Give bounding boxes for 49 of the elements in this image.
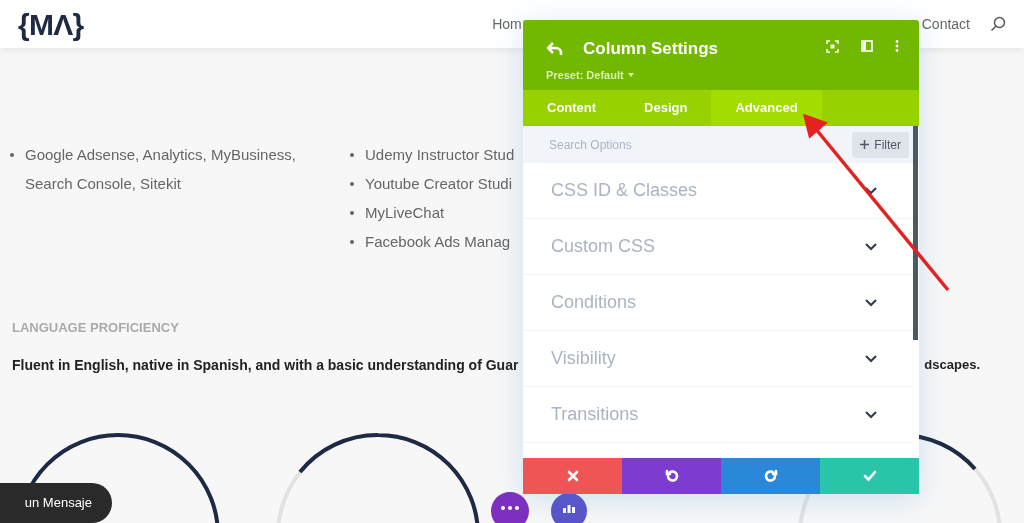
section-heading: LANGUAGE PROFICIENCY: [12, 319, 180, 337]
panel-title: Column Settings: [583, 38, 719, 60]
chart-icon: [562, 503, 576, 513]
bullet-icon: [350, 211, 354, 215]
plus-icon: [860, 140, 870, 149]
language-text: dscapes.: [924, 355, 980, 374]
back-icon[interactable]: [547, 41, 563, 56]
nav-link[interactable]: Contact: [921, 13, 970, 35]
settings-section[interactable]: Transitions: [523, 387, 913, 443]
search-field[interactable]: Search Options: [523, 126, 853, 163]
skill-item: Google Adsense, Analytics, MyBusiness, Search Console, Sitekit: [25, 145, 297, 194]
more-icon: [501, 506, 519, 510]
redo-button[interactable]: [721, 458, 820, 494]
chevron-down-icon: [865, 354, 877, 363]
filter-button[interactable]: Filter: [852, 131, 909, 158]
language-text: Fluent in English, native in Spanish, and with a basic understanding of Guar: [12, 355, 519, 375]
search-icon[interactable]: [990, 16, 1006, 32]
bullet-icon: [350, 182, 354, 186]
more-options-button[interactable]: [491, 492, 529, 523]
settings-section[interactable]: Visibility: [523, 331, 913, 387]
bullet-icon: [10, 153, 14, 157]
chat-button[interactable]: un Mensaje: [0, 483, 112, 523]
builder-button[interactable]: [551, 493, 587, 523]
undo-icon: [664, 469, 679, 483]
check-icon: [862, 470, 877, 482]
skill-item: MyLiveChat: [365, 203, 445, 223]
skill-item: Udemy Instructor Stud: [365, 145, 515, 165]
bullet-icon: [350, 153, 354, 157]
skill-item: Youtube Creator Studi: [365, 174, 513, 194]
panel-tab[interactable]: Advanced: [711, 90, 822, 126]
redo-icon: [763, 469, 778, 483]
undo-button[interactable]: [622, 458, 721, 494]
chevron-down-icon: [865, 186, 877, 195]
chevron-down-icon: [865, 410, 877, 419]
panel-tab[interactable]: Content: [523, 90, 621, 126]
kebab-menu-icon[interactable]: [895, 40, 899, 52]
chevron-down-icon: [865, 298, 877, 307]
panel-tab[interactable]: Design: [620, 90, 712, 126]
sidebar-layout-icon[interactable]: [861, 40, 873, 52]
nav-link[interactable]: Hom: [492, 13, 522, 35]
expand-icon[interactable]: [826, 40, 839, 53]
chevron-down-icon: [865, 242, 877, 251]
scrollbar[interactable]: [913, 126, 918, 340]
site-logo[interactable]: {MΛ}: [18, 1, 84, 47]
caret-icon: [627, 72, 634, 77]
skill-item: Facebook Ads Manag: [365, 232, 511, 252]
bullet-icon: [350, 240, 354, 244]
preset-dropdown[interactable]: Preset: Default: [546, 66, 624, 83]
close-icon: [566, 470, 579, 482]
